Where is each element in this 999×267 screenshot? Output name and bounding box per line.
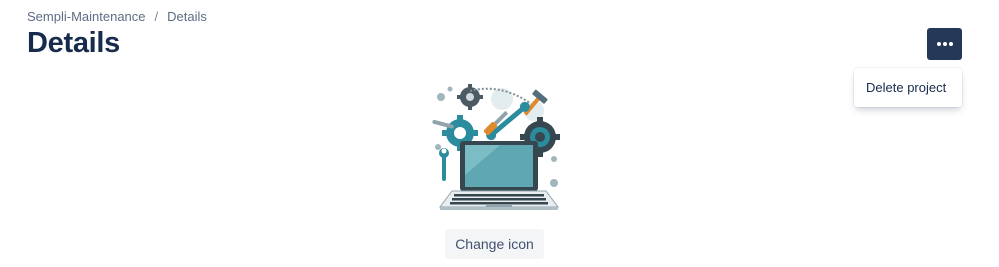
change-icon-button[interactable]: Change icon — [445, 229, 544, 259]
breadcrumb-item-details[interactable]: Details — [167, 9, 207, 24]
more-horizontal-icon — [936, 42, 953, 46]
delete-project-menu-item[interactable]: Delete project — [854, 80, 962, 95]
more-actions-dropdown: Delete project — [854, 68, 962, 107]
breadcrumb: Sempli-Maintenance / Details — [27, 9, 207, 24]
breadcrumb-item-project[interactable]: Sempli-Maintenance — [27, 9, 146, 24]
breadcrumb-separator: / — [154, 9, 159, 24]
project-icon-illustration — [432, 84, 560, 210]
page-title: Details — [27, 27, 120, 59]
more-actions-button[interactable] — [927, 28, 962, 60]
project-details-page: Sempli-Maintenance / Details Details Del… — [0, 0, 999, 267]
